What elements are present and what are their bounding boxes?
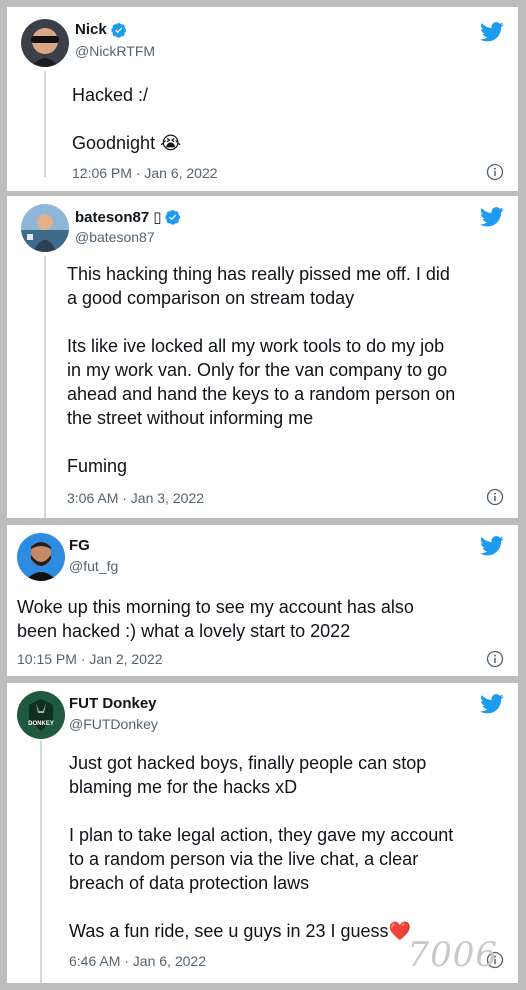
avatar-nick[interactable] <box>21 19 69 67</box>
info-icon[interactable] <box>486 488 504 506</box>
tweet-card-bateson87: bateson87 ▯ @bateson87 This hacking thin… <box>7 196 518 518</box>
thread-line <box>44 256 46 518</box>
author-name[interactable]: FUT Donkey <box>69 695 157 712</box>
twitter-bird-icon[interactable] <box>480 21 504 43</box>
author-handle[interactable]: @NickRTFM <box>75 43 155 59</box>
tweet-text: Hacked :/ Goodnight 😭 <box>72 83 181 155</box>
author-handle[interactable]: @bateson87 <box>75 229 155 245</box>
avatar-label: DONKEY <box>28 721 54 727</box>
tweet-text-content: Just got hacked boys, finally people can… <box>69 753 454 941</box>
tweet-timestamp[interactable]: 10:15 PM · Jan 2, 2022 <box>17 651 163 667</box>
author-row: FUT Donkey <box>69 695 157 712</box>
author-name[interactable]: bateson87 <box>75 209 149 226</box>
tweet-timestamp[interactable]: 6:46 AM · Jan 6, 2022 <box>69 953 206 969</box>
tweet-text-content: Hacked :/ Goodnight <box>72 85 156 153</box>
tweet-timestamp[interactable]: 3:06 AM · Jan 3, 2022 <box>67 490 204 506</box>
verified-badge-icon <box>165 210 181 225</box>
twitter-bird-icon[interactable] <box>480 206 504 228</box>
watermark: 7006 <box>407 935 498 975</box>
author-row: Nick <box>75 21 127 38</box>
tweet-text: Woke up this morning to see my account h… <box>17 597 414 641</box>
crying-face-emoji: 😭 <box>160 133 182 153</box>
avatar-fg[interactable] <box>17 533 65 581</box>
info-icon[interactable] <box>486 650 504 668</box>
author-handle[interactable]: @FUTDonkey <box>69 716 158 732</box>
author-row: bateson87 ▯ <box>75 208 181 226</box>
author-badge-glyph: ▯ <box>153 209 162 226</box>
info-icon[interactable] <box>486 163 504 181</box>
tweet-text: Just got hacked boys, finally people can… <box>69 751 453 943</box>
thread-line <box>44 71 46 177</box>
tweet-card-fg: FG @fut_fg Woke up this morning to see m… <box>7 525 518 676</box>
avatar-futdonkey[interactable]: DONKEY <box>17 691 65 739</box>
thread-line <box>40 741 42 983</box>
tweet-card-nick: Nick @NickRTFM Hacked :/ Goodnight 😭 12:… <box>7 7 518 191</box>
verified-badge-icon <box>111 22 126 38</box>
author-handle[interactable]: @fut_fg <box>69 558 118 574</box>
author-name[interactable]: Nick <box>75 21 107 38</box>
twitter-bird-icon[interactable] <box>480 535 504 557</box>
tweet-card-futdonkey: DONKEY FUT Donkey @FUTDonkey Just got ha… <box>7 683 518 983</box>
author-row: FG <box>69 537 90 554</box>
author-name[interactable]: FG <box>69 537 90 554</box>
avatar-bateson87[interactable] <box>21 204 69 252</box>
tweet-timestamp[interactable]: 12:06 PM · Jan 6, 2022 <box>72 165 218 181</box>
tweet-text: This hacking thing has really pissed me … <box>67 264 456 476</box>
twitter-bird-icon[interactable] <box>480 693 504 715</box>
